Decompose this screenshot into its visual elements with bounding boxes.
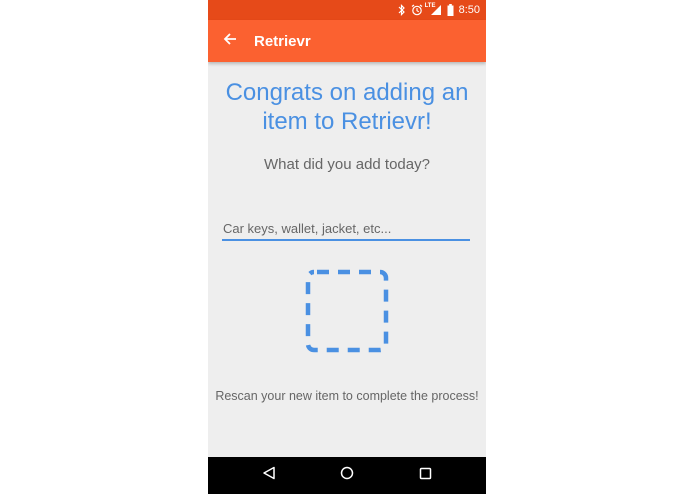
network-label: LTE (424, 3, 436, 9)
nav-recents-button[interactable] (410, 461, 440, 491)
battery-icon (447, 4, 454, 16)
nav-home-button[interactable] (332, 461, 362, 491)
nav-back-button[interactable] (254, 461, 284, 491)
back-button[interactable] (208, 20, 252, 62)
item-name-input[interactable] (222, 217, 470, 241)
back-triangle-icon (262, 466, 276, 485)
signal-icon: LTE (424, 3, 442, 16)
app-bar: Retrievr (208, 20, 486, 62)
bluetooth-icon (398, 4, 406, 16)
question-text: What did you add today? (264, 156, 430, 173)
status-bar: LTE 8:50 (208, 0, 486, 20)
arrow-back-icon (223, 32, 237, 51)
scan-frame-icon (305, 269, 389, 357)
congrats-headline: Congrats on adding an item to Retrievr! (225, 79, 469, 135)
rescan-instructions: Rescan your new item to complete the pro… (215, 389, 479, 403)
alarm-icon (411, 4, 423, 16)
status-time: 8:50 (458, 4, 480, 16)
scan-button[interactable] (305, 269, 389, 353)
status-icons: LTE 8:50 (398, 0, 480, 20)
app-title: Retrievr (254, 32, 311, 50)
navigation-bar (208, 457, 486, 494)
main-content: Congrats on adding an item to Retrievr! … (208, 62, 486, 457)
home-circle-icon (340, 466, 354, 485)
phone-screen: LTE 8:50 Retrievr Congrats on adding an … (208, 0, 486, 494)
recents-square-icon (419, 467, 432, 485)
